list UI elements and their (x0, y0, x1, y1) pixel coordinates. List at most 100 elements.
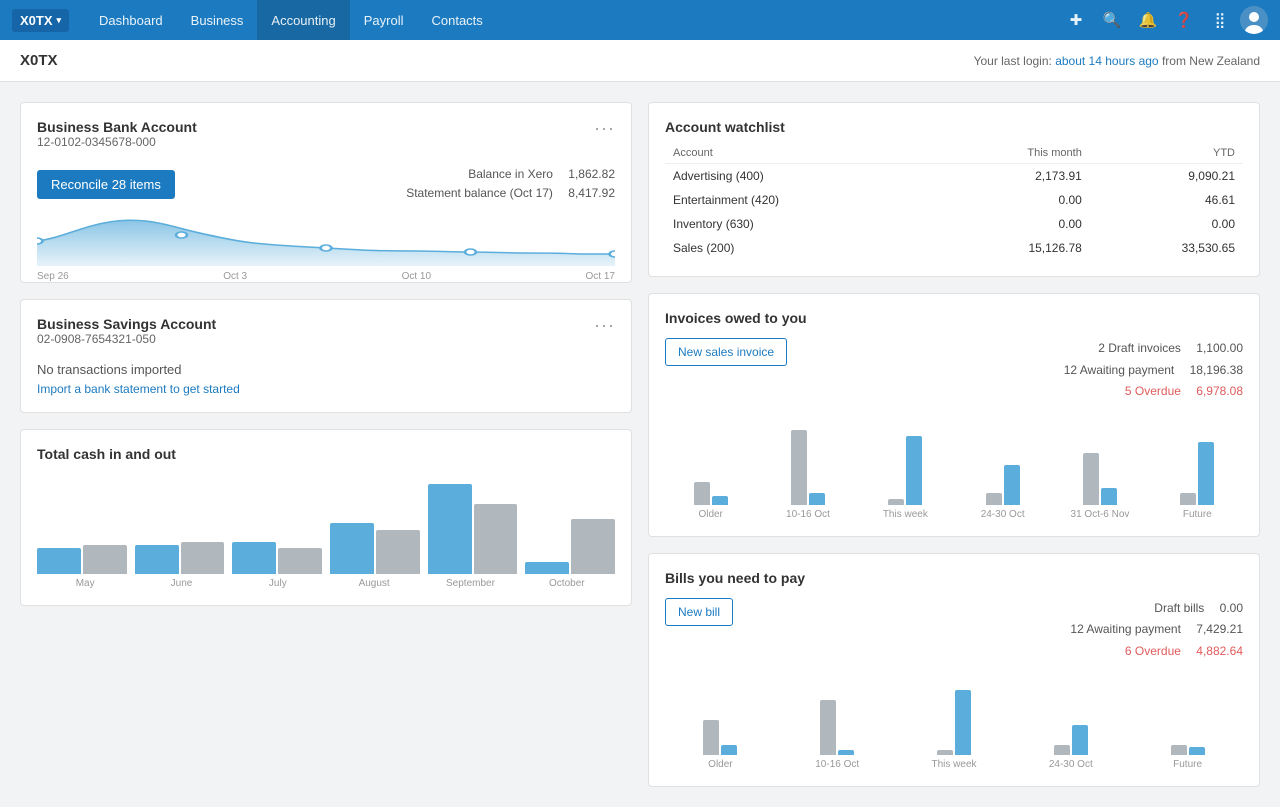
bar-in (232, 542, 276, 574)
help-icon[interactable]: ❓ (1168, 4, 1200, 36)
savings-card-header: Business Savings Account 02-0908-7654321… (37, 316, 615, 358)
watchlist-col-account: Account (665, 143, 934, 164)
bar-out (376, 530, 420, 574)
bills-overdue-amount: 4,882.64 (1196, 644, 1243, 658)
subheader: X0TX Your last login: about 14 hours ago… (0, 40, 1280, 82)
bills-title: Bills you need to pay (665, 570, 1243, 586)
bar-group (665, 482, 756, 505)
nav-accounting[interactable]: Accounting (257, 0, 349, 40)
new-bill-button[interactable]: New bill (665, 598, 733, 626)
watchlist-header-row: Account This month YTD (665, 143, 1243, 164)
chart-label-3: Oct 17 (586, 271, 615, 282)
chart-label: 24-30 Oct (1015, 759, 1126, 770)
savings-account-card: Business Savings Account 02-0908-7654321… (20, 299, 632, 413)
bar-group (957, 465, 1048, 505)
watchlist-row: Entertainment (420)0.0046.61 (665, 188, 1243, 212)
right-column: Account watchlist Account This month YTD… (648, 102, 1260, 787)
nav-contacts[interactable]: Contacts (417, 0, 496, 40)
org-brand[interactable]: X0TX ▾ (12, 9, 69, 32)
bar-blue (712, 496, 728, 505)
watchlist-cell: Advertising (400) (665, 164, 934, 189)
left-column: Business Bank Account 12-0102-0345678-00… (20, 102, 632, 787)
watchlist-cell: Entertainment (420) (665, 188, 934, 212)
bills-card: Bills you need to pay New bill Draft bil… (648, 553, 1260, 787)
chart-label-1: Oct 3 (223, 271, 247, 282)
cash-chart (37, 474, 615, 574)
watchlist-cell: 0.00 (934, 188, 1089, 212)
chart-label: Future (1152, 509, 1243, 520)
draft-bills-label: Draft bills (1154, 601, 1204, 615)
user-avatar[interactable] (1240, 6, 1268, 34)
bar-pair (820, 700, 854, 755)
bar-blue (838, 750, 854, 755)
balance-xero-label: Balance in Xero (468, 167, 553, 181)
bank-mini-chart: Sep 26 Oct 3 Oct 10 Oct 17 (37, 211, 615, 266)
last-login: Your last login: about 14 hours ago from… (974, 54, 1260, 68)
import-statement-link[interactable]: Import a bank statement to get started (37, 382, 240, 396)
new-sales-invoice-button[interactable]: New sales invoice (665, 338, 787, 366)
bank-card-header: Business Bank Account 12-0102-0345678-00… (37, 119, 615, 161)
bar-in (37, 548, 81, 574)
last-login-time[interactable]: about 14 hours ago (1055, 54, 1158, 68)
cash-label: August (326, 578, 422, 589)
bar-in (428, 484, 472, 574)
chart-label: 31 Oct-6 Nov (1054, 509, 1145, 520)
savings-account-menu[interactable]: ··· (594, 316, 615, 334)
bar-out (83, 545, 127, 574)
savings-account-title: Business Savings Account (37, 316, 216, 332)
bar-pair (986, 465, 1020, 505)
watchlist-row: Inventory (630)0.000.00 (665, 212, 1243, 236)
bar-group (899, 690, 1010, 755)
nav-dashboard[interactable]: Dashboard (85, 0, 177, 40)
draft-bills-row: Draft bills 0.00 (1070, 598, 1243, 620)
bar-group (1152, 442, 1243, 505)
watchlist-col-thismonth: This month (934, 143, 1089, 164)
bills-awaiting-label: 12 Awaiting payment (1070, 622, 1181, 636)
savings-title-block: Business Savings Account 02-0908-7654321… (37, 316, 216, 358)
bank-account-card: Business Bank Account 12-0102-0345678-00… (20, 102, 632, 283)
watchlist-cell: 9,090.21 (1090, 164, 1243, 189)
chart-label: This week (899, 759, 1010, 770)
bills-header-row: New bill Draft bills 0.00 12 Awaiting pa… (665, 598, 1243, 663)
search-icon[interactable]: 🔍 (1096, 4, 1128, 36)
chart-label: 10-16 Oct (782, 759, 893, 770)
invoice-stats: 2 Draft invoices 1,100.00 12 Awaiting pa… (1064, 338, 1243, 403)
watchlist-cell: Sales (200) (665, 236, 934, 260)
watchlist-cell: 33,530.65 (1090, 236, 1243, 260)
cash-label: September (422, 578, 518, 589)
nav-business[interactable]: Business (177, 0, 258, 40)
watchlist-title: Account watchlist (665, 119, 1243, 135)
bar-out (278, 548, 322, 574)
bills-awaiting-row: 12 Awaiting payment 7,429.21 (1070, 619, 1243, 641)
draft-invoices-amount: 1,100.00 (1196, 341, 1243, 355)
bank-account-title: Business Bank Account (37, 119, 197, 135)
brand-chevron: ▾ (57, 15, 62, 26)
add-icon[interactable]: ✚ (1060, 4, 1092, 36)
bar-pair (937, 690, 971, 755)
bar-group (665, 720, 776, 755)
reconcile-button[interactable]: Reconcile 28 items (37, 170, 175, 199)
draft-bills-amount: 0.00 (1220, 601, 1243, 615)
bell-icon[interactable]: 🔔 (1132, 4, 1164, 36)
bar-grey (986, 493, 1002, 505)
watchlist-row: Advertising (400)2,173.919,090.21 (665, 164, 1243, 189)
bar-group (1015, 725, 1126, 755)
invoice-header-row: New sales invoice 2 Draft invoices 1,100… (665, 338, 1243, 403)
cash-in-out-card: Total cash in and out MayJuneJulyAugustS… (20, 429, 632, 606)
bar-pair (703, 720, 737, 755)
bank-balance-row: Reconcile 28 items Balance in Xero 1,862… (37, 165, 615, 203)
bar-grey (937, 750, 953, 755)
last-login-text: Your last login: (974, 54, 1052, 68)
grid-icon[interactable]: ⣿ (1204, 4, 1236, 36)
chart-label: Older (665, 759, 776, 770)
bar-blue (721, 745, 737, 755)
bar-pair (888, 436, 922, 505)
watchlist-cell: 0.00 (934, 212, 1089, 236)
awaiting-payment-amount: 18,196.38 (1190, 363, 1243, 377)
cash-label: May (37, 578, 133, 589)
bar-pair (1054, 725, 1088, 755)
bar-out (474, 504, 518, 574)
nav-payroll[interactable]: Payroll (350, 0, 418, 40)
watchlist-table: Account This month YTD Advertising (400)… (665, 143, 1243, 260)
bank-account-menu[interactable]: ··· (594, 119, 615, 137)
